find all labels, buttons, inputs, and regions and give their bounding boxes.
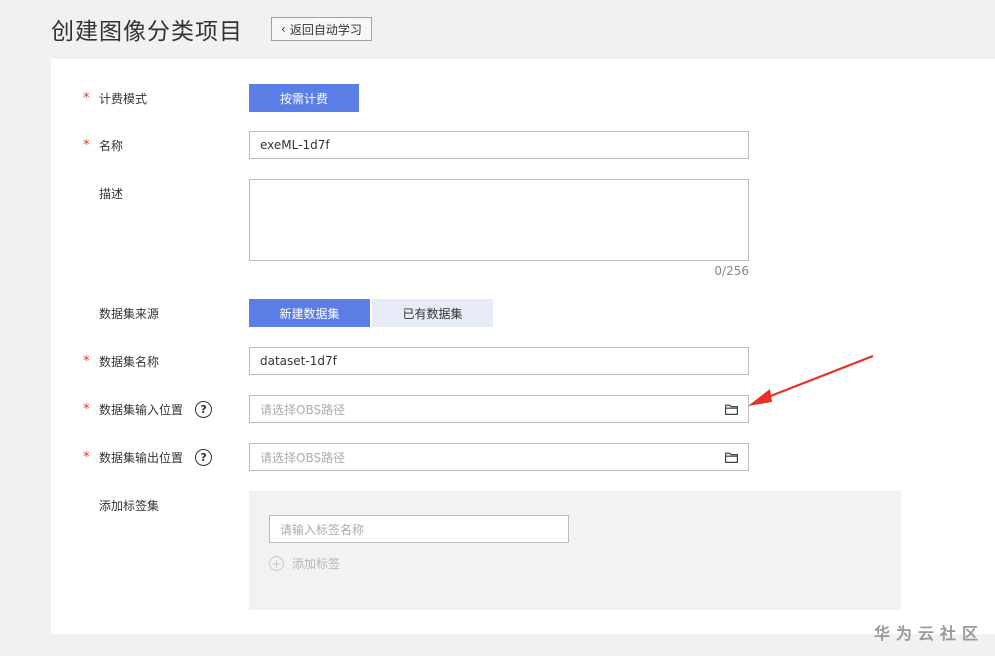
tag-name-input[interactable]: 请输入标签名称 — [269, 515, 569, 543]
folder-icon[interactable] — [725, 404, 738, 415]
plus-circle-icon: + — [269, 556, 284, 571]
add-tag-label: 添加标签 — [292, 557, 341, 571]
dataset-name-label-text: 数据集名称 — [99, 354, 160, 369]
tag-set-label-text: 添加标签集 — [99, 498, 160, 513]
description-textarea[interactable] — [249, 179, 749, 261]
create-project-form: * 计费模式 按需计费 * 名称 exeML-1d7f 描述 0/256 数据集… — [51, 59, 995, 634]
dataset-name-input[interactable]: dataset-1d7f — [249, 347, 749, 375]
input-location-obs-path[interactable]: 请选择OBS路径 — [249, 395, 749, 423]
help-icon[interactable]: ? — [195, 448, 213, 466]
back-button-label: 返回自动学习 — [289, 22, 362, 37]
dataset-source-toggle: 新建数据集 已有数据集 — [249, 299, 493, 327]
required-marker: * — [83, 449, 90, 465]
chevron-left-icon: ‹ — [281, 22, 286, 36]
tag-set-area: 请输入标签名称 + 添加标签 — [249, 491, 901, 610]
output-location-label: * 数据集输出位置 ? — [83, 443, 213, 471]
dataset-source-label: 数据集来源 — [83, 299, 159, 327]
billing-on-demand-button[interactable]: 按需计费 — [249, 84, 359, 112]
page-title: 创建图像分类项目 — [51, 19, 243, 45]
output-location-label-text: 数据集输出位置 — [99, 450, 184, 465]
name-label: * 名称 — [83, 131, 123, 159]
input-location-placeholder: 请选择OBS路径 — [260, 402, 346, 417]
help-icon[interactable]: ? — [195, 400, 213, 418]
new-dataset-option[interactable]: 新建数据集 — [249, 299, 370, 327]
watermark: 华为云社区 — [874, 624, 985, 643]
add-tag-button[interactable]: + 添加标签 — [269, 555, 340, 572]
required-marker: * — [83, 90, 90, 106]
description-label: 描述 — [83, 179, 123, 207]
dataset-source-label-text: 数据集来源 — [99, 306, 160, 321]
input-location-label: * 数据集输入位置 ? — [83, 395, 213, 423]
back-to-automl-button[interactable]: ‹ 返回自动学习 — [271, 17, 372, 41]
billing-label: * 计费模式 — [83, 84, 147, 112]
required-marker: * — [83, 401, 90, 417]
annotation-arrow-icon — [748, 354, 874, 406]
description-label-text: 描述 — [99, 186, 124, 201]
input-location-label-text: 数据集输入位置 — [99, 402, 184, 417]
existing-dataset-option[interactable]: 已有数据集 — [372, 299, 493, 327]
page-header: 创建图像分类项目 ‹ 返回自动学习 — [51, 12, 372, 46]
name-input[interactable]: exeML-1d7f — [249, 131, 749, 159]
dataset-name-label: * 数据集名称 — [83, 347, 159, 375]
description-char-counter: 0/256 — [714, 264, 749, 278]
required-marker: * — [83, 353, 90, 369]
billing-label-text: 计费模式 — [99, 91, 148, 106]
output-location-obs-path[interactable]: 请选择OBS路径 — [249, 443, 749, 471]
folder-icon[interactable] — [725, 452, 738, 463]
tag-set-label: 添加标签集 — [83, 491, 159, 519]
required-marker: * — [83, 137, 90, 153]
output-location-placeholder: 请选择OBS路径 — [260, 450, 346, 465]
name-label-text: 名称 — [99, 138, 124, 153]
